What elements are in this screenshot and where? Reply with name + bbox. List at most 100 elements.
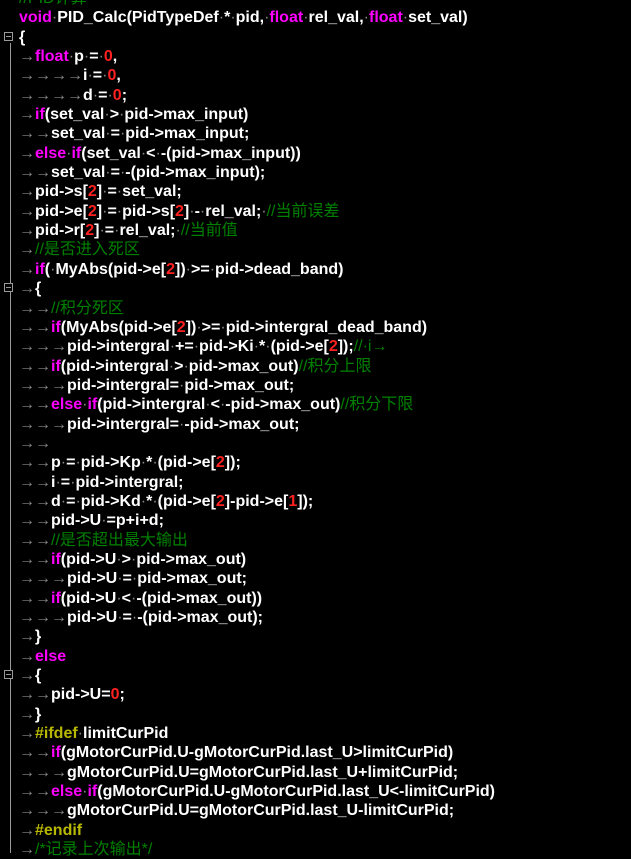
code-line[interactable]: →{: [19, 666, 631, 685]
code-line[interactable]: →else: [19, 647, 631, 666]
tab-marker: →: [19, 628, 35, 646]
keyword-token: if: [51, 744, 61, 762]
code-token: pid->Kd: [80, 492, 141, 510]
code-token: ;: [121, 86, 128, 104]
code-token: -pid->max_out;: [184, 415, 300, 433]
code-token: pid->dead_band): [215, 260, 344, 278]
code-area[interactable]: //PID计算void·PID_Calc(PidTypeDef·*·pid,·f…: [19, 0, 631, 859]
code-line[interactable]: →→→pid->intergral=·-pid->max_out;: [19, 415, 631, 434]
code-line[interactable]: →{: [19, 279, 631, 298]
preprocessor-token: #ifdef: [35, 725, 78, 743]
keyword-token: if: [51, 589, 61, 607]
code-token: pid->s[: [35, 183, 88, 201]
code-line[interactable]: →#endif: [19, 821, 631, 840]
code-token: ]);: [224, 454, 241, 472]
code-token: pid->intergral;: [75, 473, 184, 491]
code-line[interactable]: →}: [19, 627, 631, 646]
code-line[interactable]: →→→pid->intergral=·pid->max_out;: [19, 376, 631, 395]
number-token: 2: [85, 222, 95, 240]
code-line[interactable]: →→i·=·pid->intergral;: [19, 473, 631, 492]
code-token: (MyAbs(pid->e[: [60, 318, 177, 336]
fold-toggle-else-block[interactable]: [4, 670, 13, 679]
code-token: =: [107, 202, 117, 220]
code-line[interactable]: →→p·=·pid->Kp·*·(pid->e[2]);: [19, 453, 631, 472]
code-line[interactable]: →→: [19, 434, 631, 453]
code-editor[interactable]: //PID计算void·PID_Calc(PidTypeDef·*·pid,·f…: [0, 0, 631, 858]
code-line[interactable]: →→//积分死区: [19, 299, 631, 318]
fold-toggle-if-block[interactable]: [4, 283, 13, 292]
code-token: pid->s[: [122, 202, 176, 220]
code-line[interactable]: →→pid->U·=p+i+d;: [19, 511, 631, 530]
code-line[interactable]: →//是否进入死区: [19, 240, 631, 259]
code-line[interactable]: void·PID_Calc(PidTypeDef·*·pid,·float·re…: [19, 8, 631, 27]
keyword-token: else: [35, 647, 67, 665]
code-line[interactable]: →→if(gMotorCurPid.U-gMotorCurPid.last_U>…: [19, 743, 631, 762]
code-line[interactable]: →pid->s[2]·=·set_val;: [19, 182, 631, 201]
tab-marker: →: [19, 725, 35, 743]
code-token: =: [122, 570, 132, 588]
code-line[interactable]: →→→→i·=·0,: [19, 66, 631, 85]
code-line[interactable]: →if(·MyAbs(pid->e[2])·>=·pid->dead_band): [19, 260, 631, 279]
number-token: 0: [112, 86, 122, 104]
code-token: (gMotorCurPid.U-gMotorCurPid.last_U>limi…: [60, 744, 454, 762]
fold-toggle-function[interactable]: [4, 32, 13, 41]
code-token: rel_val;: [119, 222, 176, 240]
code-line[interactable]: →}: [19, 705, 631, 724]
code-line[interactable]: →→else·if(pid->intergral·<·-pid->max_out…: [19, 395, 631, 414]
tab-marker: →: [19, 48, 35, 66]
code-line[interactable]: //PID计算: [19, 0, 631, 8]
code-line[interactable]: →/*记录上次输出*/: [19, 840, 631, 859]
number-token: 1: [288, 492, 298, 510]
code-token: d: [83, 86, 93, 104]
code-line[interactable]: →→→pid->U·=·pid->max_out;: [19, 569, 631, 588]
code-token: pid->max_out): [136, 550, 247, 568]
code-token: <: [121, 589, 131, 607]
code-token: p: [51, 454, 61, 472]
code-token: gMotorCurPid.U=gMotorCurPid.last_U-limit…: [67, 802, 455, 820]
tab-marker: →: [19, 280, 35, 298]
code-line[interactable]: →pid->r[2]·=·rel_val;·//当前值: [19, 221, 631, 240]
keyword-token: if: [71, 144, 82, 162]
code-token: =: [104, 222, 115, 240]
tab-marker: →: [19, 821, 35, 839]
code-line[interactable]: →→//是否超出最大输出: [19, 531, 631, 550]
tab-marker: →→→: [19, 338, 67, 356]
code-line[interactable]: →→if(pid->intergral·>·pid->max_out)//积分上…: [19, 357, 631, 376]
code-line[interactable]: →→pid->U=0;: [19, 685, 631, 704]
code-line[interactable]: →→set_val·=·pid->max_input;: [19, 124, 631, 143]
code-line[interactable]: →→if(pid->U·>·pid->max_out): [19, 550, 631, 569]
code-line[interactable]: →→if(MyAbs(pid->e[2])·>=·pid->intergral_…: [19, 318, 631, 337]
code-line[interactable]: →→set_val·=·-(pid->max_input);: [19, 163, 631, 182]
code-line[interactable]: →#ifdef·limitCurPid: [19, 724, 631, 743]
code-token: >: [109, 106, 120, 124]
code-line[interactable]: →→else·if(gMotorCurPid.U-gMotorCurPid.la…: [19, 782, 631, 801]
keyword-token: float: [369, 9, 403, 27]
code-line[interactable]: →float·p·=·0,: [19, 47, 631, 66]
code-token: rel_val;: [205, 202, 262, 220]
code-token: pid->U: [67, 570, 118, 588]
code-line[interactable]: →→d·=·pid->Kd·*·(pid->e[2]-pid->e[1]);: [19, 492, 631, 511]
tab-marker: →: [19, 260, 35, 278]
fold-line: [10, 43, 11, 853]
comment-token: //积分上限: [298, 357, 372, 375]
tab-marker: →→: [19, 434, 51, 452]
code-line[interactable]: →→→pid->U·=·-(pid->max_out);: [19, 608, 631, 627]
code-line[interactable]: →else·if(set_val·<·-(pid->max_input)): [19, 144, 631, 163]
comment-token: //PID计算: [19, 0, 87, 7]
code-token: >=: [201, 318, 221, 336]
code-line[interactable]: {: [19, 28, 631, 47]
code-line[interactable]: →→→→d·=·0;: [19, 86, 631, 105]
code-token: -(pid->max_out);: [137, 609, 263, 626]
code-line[interactable]: →→→gMotorCurPid.U=gMotorCurPid.last_U+li…: [19, 763, 631, 782]
tab-marker: →: [19, 241, 35, 259]
code-line[interactable]: →pid->e[2]·=·pid->s[2]·-·rel_val;·//当前误差: [19, 202, 631, 221]
code-line[interactable]: →→→gMotorCurPid.U=gMotorCurPid.last_U-li…: [19, 801, 631, 820]
code-line[interactable]: →if(set_val·>·pid->max_input): [19, 105, 631, 124]
comment-token: /*记录上次输出*/: [35, 841, 153, 859]
tab-marker: →→: [19, 396, 51, 414]
tab-marker: →→: [19, 512, 51, 530]
code-line[interactable]: →→if(pid->U·<·-(pid->max_out)): [19, 589, 631, 608]
code-token: pid->r[: [35, 222, 86, 240]
code-token: >=: [191, 260, 210, 278]
code-line[interactable]: →→→pid->intergral·+=·pid->Ki·*·(pid->e[2…: [19, 337, 631, 356]
